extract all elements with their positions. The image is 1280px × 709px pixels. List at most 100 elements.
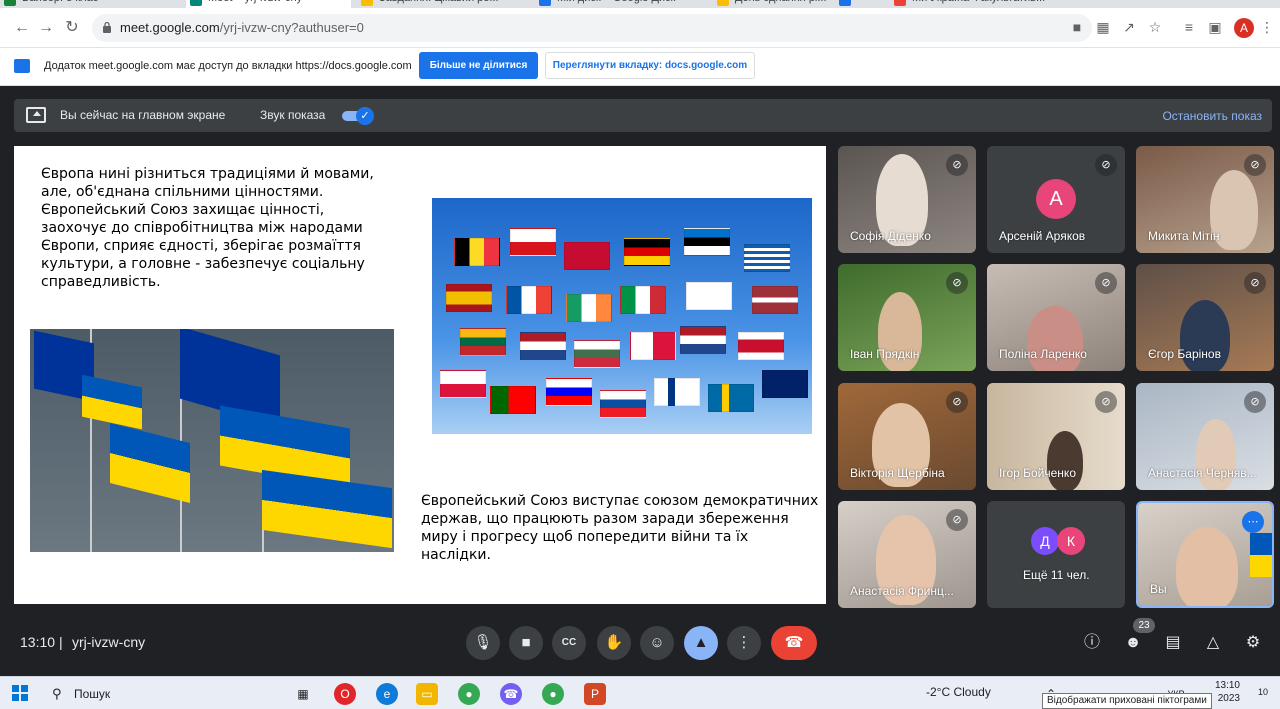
meeting-info-icon[interactable]: ⓘ (1079, 630, 1105, 656)
raise-hand-icon[interactable]: ✋ (597, 626, 631, 660)
audio-label: Звук показа (260, 108, 326, 122)
participant-tile[interactable]: ⊘ Анастасія Фринц... (838, 501, 976, 608)
presented-slide: Європа нині різниться традиціями й мовам… (14, 146, 826, 604)
participant-tile[interactable]: ⊘ Вікторія Щербіна (838, 383, 976, 490)
browser-tab[interactable]: Завдання: Цікавий ре... (357, 0, 527, 8)
tab-label: Meet – yrj-ivzw-cny (208, 0, 302, 4)
more-options-icon[interactable]: ⋯ (1242, 511, 1264, 533)
participant-name: Анастасія Черняв... (1148, 466, 1257, 480)
chat-icon[interactable]: ▤ (1160, 630, 1186, 656)
leave-call-icon[interactable]: ☎ (771, 626, 817, 660)
powerpoint-icon[interactable]: P (584, 683, 606, 705)
mic-off-icon: ⊘ (1244, 391, 1266, 413)
browser-tab[interactable]: Ми Україна Факультатив... (890, 0, 1060, 8)
browser-tab[interactable]: Meet – yrj-ivzw-cny (186, 0, 351, 8)
emoji-icon[interactable]: ☺ (640, 626, 674, 660)
participant-avatar: К (1057, 527, 1085, 555)
tab-label: День єднання рі... (735, 0, 827, 4)
viber-icon[interactable]: ☎ (500, 683, 522, 705)
tab-favicon-icon (839, 0, 851, 6)
lock-icon (103, 21, 111, 33)
opera-icon[interactable]: O (334, 683, 356, 705)
taskbar-search[interactable]: ⚲ Пошук (44, 681, 279, 706)
meeting-separator: | (59, 634, 63, 650)
windows-start-icon[interactable] (12, 685, 28, 701)
file-explorer-icon[interactable]: ▭ (416, 683, 438, 705)
participant-tile[interactable]: ⊘ Микита Мітін (1136, 146, 1274, 253)
tab-favicon-icon (539, 0, 551, 6)
mic-off-icon: ⊘ (1244, 154, 1266, 176)
self-tile[interactable]: ⋯ Вы (1136, 501, 1274, 608)
participant-tile[interactable]: ⊘ Ігор Бойченко (987, 383, 1125, 490)
browser-tab[interactable]: Мій диск – Google Диск (535, 0, 705, 8)
browser-tab[interactable]: Вайбер: 8 клас (0, 0, 176, 8)
captions-icon[interactable]: CC (552, 626, 586, 660)
view-tab-button[interactable]: Переглянути вкладку: docs.google.com (545, 52, 755, 79)
chrome-profile-icon[interactable]: ● (542, 683, 564, 705)
participant-tile[interactable]: ⊘ Поліна Ларенко (987, 264, 1125, 371)
mic-off-icon: ⊘ (1095, 154, 1117, 176)
profile-avatar[interactable]: A (1234, 18, 1254, 38)
notifications-count[interactable]: 10 (1258, 687, 1274, 701)
eu-ukraine-flags-photo (30, 329, 394, 552)
participant-name: Софія Діденко (850, 229, 931, 243)
participant-tile[interactable]: ⊘ Іван Прядкін (838, 264, 976, 371)
participant-tile[interactable]: A ⊘ Арсеній Аряков (987, 146, 1125, 253)
tab-label: Мій диск – Google Диск (557, 0, 675, 4)
url-path: /yrj-ivzw-cny?authuser=0 (219, 20, 364, 35)
camera-icon[interactable]: ■ (1068, 18, 1086, 36)
chrome-icon[interactable]: ● (458, 683, 480, 705)
forward-arrow-icon[interactable]: → (36, 18, 56, 38)
tab-favicon-icon (4, 0, 16, 6)
reload-icon[interactable]: ↻ (62, 18, 82, 38)
slide-paragraph-2: Європейський Союз виступає союзом демокр… (421, 493, 819, 563)
side-panel-icon[interactable]: ▣ (1206, 18, 1224, 36)
participant-avatar: Д (1031, 527, 1059, 555)
participant-tile[interactable]: ⊘ Софія Діденко (838, 146, 976, 253)
tray-tooltip: Відображати приховані піктограми (1042, 693, 1212, 709)
camera-toggle-icon[interactable]: ■ (509, 626, 543, 660)
edge-icon[interactable]: e (376, 683, 398, 705)
meeting-controls-bar: 13:10 | yrj-ivzw-cny 🎙 ■ CC ✋ ☺ ▲ ⋮ ☎ ⓘ … (0, 612, 1280, 676)
menu-dots-icon[interactable]: ⋮ (1258, 18, 1276, 36)
mic-off-icon: ⊘ (946, 272, 968, 294)
check-icon: ✓ (356, 107, 374, 125)
stop-presenting-button[interactable]: Остановить показ (1162, 109, 1262, 123)
microphone-icon[interactable]: 🎙 (466, 626, 500, 660)
browser-tab-strip: Вайбер: 8 клас Meet – yrj-ivzw-cny Завданн… (0, 0, 1280, 8)
translate-icon[interactable]: ▦ (1094, 18, 1112, 36)
browser-tab[interactable]: День єднання рі... (713, 0, 828, 8)
stop-sharing-button[interactable]: Більше не ділитися (419, 52, 538, 79)
address-bar[interactable]: meet.google.com/yrj-ivzw-cny?authuser=0 (92, 14, 1092, 42)
browser-tab[interactable] (835, 0, 883, 8)
host-controls-icon[interactable]: ⚙ (1240, 630, 1266, 656)
people-icon[interactable]: ☻ (1120, 630, 1146, 656)
tab-favicon-icon (361, 0, 373, 6)
taskbar-search-label: Пошук (74, 687, 111, 701)
participant-name: Микита Мітін (1148, 229, 1220, 243)
bookmark-star-icon[interactable]: ☆ (1146, 18, 1164, 36)
meeting-time: 13:10 (20, 634, 56, 650)
participant-tile[interactable]: ⊘ Єгор Барінов (1136, 264, 1274, 371)
weather-widget[interactable]: -2°C Cloudy (926, 685, 991, 699)
participant-avatar: A (1036, 179, 1076, 219)
reading-list-icon[interactable]: ≡ (1180, 18, 1198, 36)
back-arrow-icon[interactable]: ← (12, 18, 32, 38)
present-screen-icon (26, 107, 46, 123)
audio-toggle[interactable]: ✓ (342, 107, 374, 125)
task-view-icon[interactable]: ▦ (292, 683, 314, 705)
more-participants-label: Ещё 11 чел. (1023, 568, 1090, 582)
presenting-bar: Вы сейчас на главном экране Звук показа … (14, 99, 1272, 132)
more-participants-tile[interactable]: Д К Ещё 11 чел. (987, 501, 1125, 608)
search-icon: ⚲ (52, 686, 62, 701)
more-options-icon[interactable]: ⋮ (727, 626, 761, 660)
share-icon[interactable]: ↗ (1120, 18, 1138, 36)
present-now-icon[interactable]: ▲ (684, 626, 718, 660)
participant-name: Поліна Ларенко (999, 347, 1087, 361)
screen-share-icon (14, 59, 30, 73)
participant-name: Вы (1150, 582, 1167, 596)
activities-icon[interactable]: △ (1200, 630, 1226, 656)
tab-favicon-icon (894, 0, 906, 6)
participant-tile[interactable]: ⊘ Анастасія Черняв... (1136, 383, 1274, 490)
presenting-status: Вы сейчас на главном экране (60, 108, 226, 122)
